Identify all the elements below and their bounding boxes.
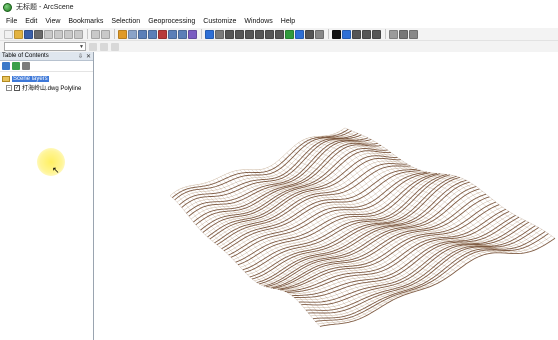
layer-select-dropdown[interactable]: ▼ bbox=[4, 42, 86, 51]
terrain-contour-surface[interactable] bbox=[95, 52, 558, 340]
menu-edit[interactable]: Edit bbox=[25, 18, 37, 25]
collapse-icon[interactable]: − bbox=[6, 84, 12, 91]
contour-line bbox=[181, 134, 362, 208]
menu-help[interactable]: Help bbox=[281, 18, 295, 25]
reshape-icon[interactable] bbox=[100, 42, 108, 51]
animation-icon[interactable] bbox=[389, 29, 398, 39]
expand-dropdown-icon[interactable] bbox=[315, 29, 324, 39]
catalog-icon[interactable] bbox=[148, 29, 157, 39]
toc-title: Table of Contents bbox=[2, 53, 49, 59]
new-icon[interactable] bbox=[4, 29, 13, 39]
set-observer-icon[interactable] bbox=[245, 29, 254, 39]
cursor-highlight bbox=[37, 148, 65, 176]
list-by-drawing-order-icon[interactable] bbox=[2, 62, 10, 70]
toc-header: Table of Contents ⇩ ✕ bbox=[0, 52, 93, 61]
secondary-toolbar: ▼ bbox=[0, 41, 558, 52]
window-title: 无标题 - ArcScene bbox=[16, 4, 74, 11]
title-bar: 无标题 - ArcScene bbox=[0, 0, 558, 14]
select-arrow-icon[interactable] bbox=[332, 29, 341, 39]
menu-bar: File Edit View Bookmarks Selection Geoprocess… bbox=[0, 14, 558, 28]
copy-icon[interactable] bbox=[54, 29, 63, 39]
open-folder-icon[interactable] bbox=[14, 29, 23, 39]
python-icon[interactable] bbox=[168, 29, 177, 39]
scene-properties-icon[interactable] bbox=[128, 29, 137, 39]
layer-visibility-checkbox[interactable]: ✓ bbox=[14, 84, 20, 91]
toolbar-separator bbox=[87, 29, 88, 39]
list-by-visibility-icon[interactable] bbox=[22, 62, 30, 70]
layer-tree: Scene layers − ✓ 打海岭山.dwg Polyline bbox=[0, 72, 93, 94]
scene-layers-icon bbox=[2, 75, 10, 82]
layout-icon[interactable] bbox=[138, 29, 147, 39]
zoom-in-icon[interactable] bbox=[255, 29, 264, 39]
scene-settings-icon[interactable] bbox=[399, 29, 408, 39]
pin-icon[interactable]: ⇩ bbox=[78, 53, 83, 60]
scene-layers-node[interactable]: Scene layers bbox=[2, 74, 91, 83]
add-data-icon[interactable] bbox=[118, 29, 127, 39]
find-icon[interactable] bbox=[352, 29, 361, 39]
menu-geoprocessing[interactable]: Geoprocessing bbox=[148, 18, 195, 25]
menu-view[interactable]: View bbox=[45, 18, 60, 25]
center-target-icon[interactable] bbox=[225, 29, 234, 39]
menu-selection[interactable]: Selection bbox=[111, 18, 140, 25]
hyperlink-icon[interactable] bbox=[372, 29, 381, 39]
narrow-fov-icon[interactable] bbox=[305, 29, 314, 39]
contour-line bbox=[306, 138, 503, 254]
menu-customize[interactable]: Customize bbox=[203, 18, 236, 25]
toolbar-separator bbox=[385, 29, 386, 39]
contour-line bbox=[189, 185, 347, 323]
contour-line bbox=[290, 149, 482, 256]
menu-bookmarks[interactable]: Bookmarks bbox=[68, 18, 103, 25]
toolbar-separator bbox=[201, 29, 202, 39]
toolbar-separator bbox=[328, 29, 329, 39]
contour-line bbox=[274, 162, 462, 268]
editor-icon[interactable] bbox=[188, 29, 197, 39]
arcscene-globe-icon bbox=[3, 2, 12, 12]
measure-icon[interactable] bbox=[362, 29, 371, 39]
pan-icon[interactable] bbox=[275, 29, 284, 39]
toolbar-separator bbox=[114, 29, 115, 39]
menu-file[interactable]: File bbox=[6, 18, 17, 25]
contour-lines bbox=[169, 127, 556, 327]
print-icon[interactable] bbox=[34, 29, 43, 39]
more-dropdown-icon[interactable] bbox=[409, 29, 418, 39]
toolbox-icon[interactable] bbox=[158, 29, 167, 39]
redo-icon[interactable] bbox=[101, 29, 110, 39]
full-extent-icon[interactable] bbox=[285, 29, 294, 39]
zoom-out-icon[interactable] bbox=[265, 29, 274, 39]
mouse-pointer-icon: ↖ bbox=[52, 165, 60, 175]
model-builder-icon[interactable] bbox=[178, 29, 187, 39]
paste-icon[interactable] bbox=[64, 29, 73, 39]
identify-icon[interactable] bbox=[342, 29, 351, 39]
save-icon[interactable] bbox=[24, 29, 33, 39]
sketch-icon[interactable] bbox=[111, 42, 119, 51]
table-of-contents-panel: Table of Contents ⇩ ✕ Scene layers − ✓ 打… bbox=[0, 52, 94, 340]
zoom-target-icon[interactable] bbox=[235, 29, 244, 39]
close-icon[interactable]: ✕ bbox=[86, 53, 91, 60]
contour-line bbox=[243, 169, 420, 291]
chevron-down-icon[interactable]: ▼ bbox=[79, 44, 84, 50]
edit-vertices-icon[interactable] bbox=[89, 42, 97, 51]
undo-icon[interactable] bbox=[91, 29, 100, 39]
zoom-to-layer-icon[interactable] bbox=[295, 29, 304, 39]
3d-scene-view[interactable] bbox=[95, 52, 558, 340]
layer-name[interactable]: 打海岭山.dwg Polyline bbox=[22, 83, 81, 92]
fly-icon[interactable] bbox=[215, 29, 224, 39]
list-by-source-icon[interactable] bbox=[12, 62, 20, 70]
delete-icon[interactable] bbox=[74, 29, 83, 39]
menu-windows[interactable]: Windows bbox=[244, 18, 272, 25]
standard-toolbar bbox=[0, 28, 558, 41]
toc-toolbar bbox=[0, 61, 93, 72]
layer-row[interactable]: − ✓ 打海岭山.dwg Polyline bbox=[2, 83, 91, 92]
navigate-icon[interactable] bbox=[205, 29, 214, 39]
contour-line bbox=[181, 188, 336, 325]
cut-icon[interactable] bbox=[44, 29, 53, 39]
scene-layers-label[interactable]: Scene layers bbox=[12, 75, 49, 82]
